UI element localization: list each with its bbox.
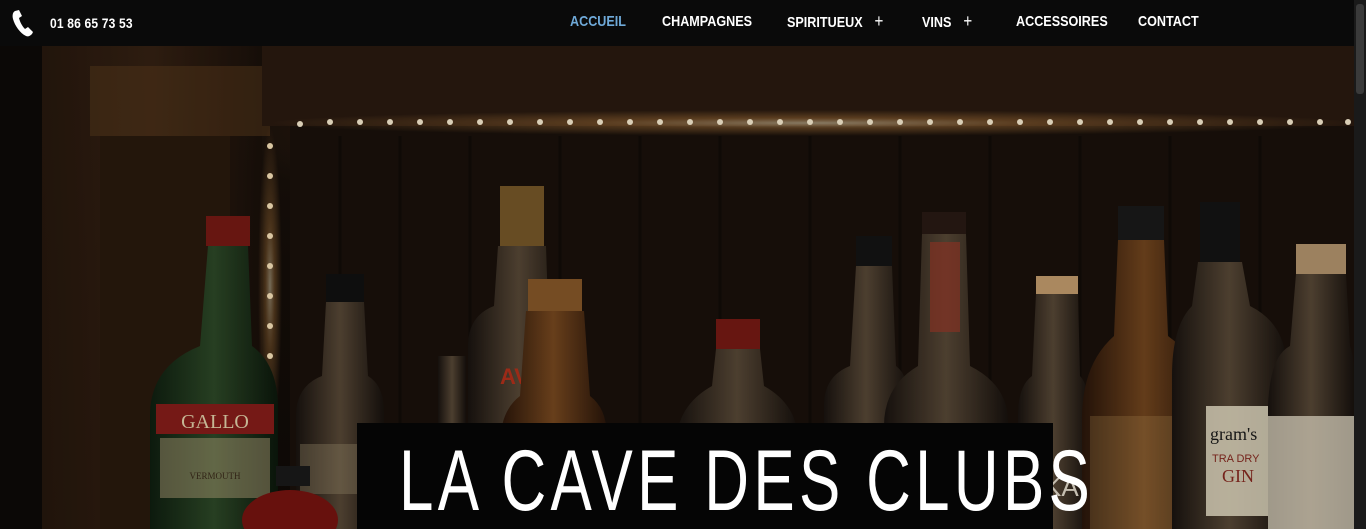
nav-vins[interactable]: VINS + bbox=[922, 11, 972, 33]
phone-number[interactable]: 01 86 65 73 53 bbox=[50, 15, 133, 31]
hero-title-box: LA CAVE DES CLUBS bbox=[357, 423, 1090, 529]
nav-label: ACCUEIL bbox=[570, 13, 627, 30]
nav-accessoires[interactable]: ACCESSOIRES bbox=[1016, 13, 1108, 33]
phone-icon bbox=[12, 10, 33, 37]
scrollbar-thumb[interactable] bbox=[1356, 4, 1364, 94]
nav-spiritueux[interactable]: SPIRITUEUX + bbox=[787, 11, 884, 33]
nav-contact[interactable]: CONTACT bbox=[1138, 13, 1199, 33]
nav-label: VINS bbox=[922, 14, 952, 31]
expand-plus-icon[interactable]: + bbox=[963, 11, 972, 31]
expand-plus-icon[interactable]: + bbox=[875, 11, 884, 31]
page-scrollbar[interactable] bbox=[1354, 0, 1366, 529]
nav-accueil[interactable]: ACCUEIL bbox=[570, 13, 626, 33]
nav-label: CHAMPAGNES bbox=[662, 13, 753, 30]
nav-label: SPIRITUEUX bbox=[787, 14, 863, 31]
nav-label: ACCESSOIRES bbox=[1016, 13, 1108, 30]
hero-title: LA CAVE DES CLUBS bbox=[399, 433, 1095, 529]
nav-label: CONTACT bbox=[1138, 13, 1199, 30]
top-navigation-bar: 01 86 65 73 53 ACCUEIL CHAMPAGNES SPIRIT… bbox=[0, 0, 1354, 46]
nav-champagnes[interactable]: CHAMPAGNES bbox=[662, 13, 752, 33]
phone-contact[interactable]: 01 86 65 73 53 bbox=[12, 9, 146, 37]
